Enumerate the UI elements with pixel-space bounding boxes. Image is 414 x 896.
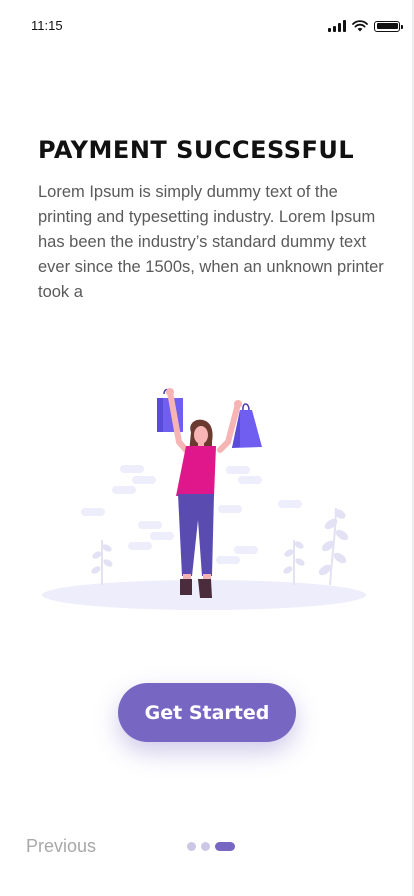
previous-button[interactable]: Previous [26, 836, 96, 857]
right-shoe [198, 579, 212, 598]
plant-middle [283, 540, 305, 585]
left-shoe [180, 579, 192, 595]
shirt [176, 446, 216, 496]
page-dot-active [215, 842, 235, 851]
status-icons [328, 18, 403, 34]
status-bar: 11:15 [0, 0, 414, 50]
status-time: 11:15 [31, 18, 63, 33]
page-title: PAYMENT SUCCESSFUL [38, 136, 355, 164]
description-text: Lorem Ipsum is simply dummy text of the … [38, 183, 384, 301]
signal-icon [328, 20, 346, 32]
plant-left [91, 540, 113, 585]
shopping-woman-illustration [42, 388, 366, 610]
page-dot [187, 842, 196, 851]
head [194, 426, 208, 444]
pants [178, 494, 214, 576]
page-dot [201, 842, 210, 851]
plant-right [318, 507, 349, 586]
battery-icon [374, 20, 403, 32]
get-started-button[interactable]: Get Started [118, 683, 296, 742]
page-indicator [187, 842, 235, 851]
wifi-icon [352, 20, 368, 32]
